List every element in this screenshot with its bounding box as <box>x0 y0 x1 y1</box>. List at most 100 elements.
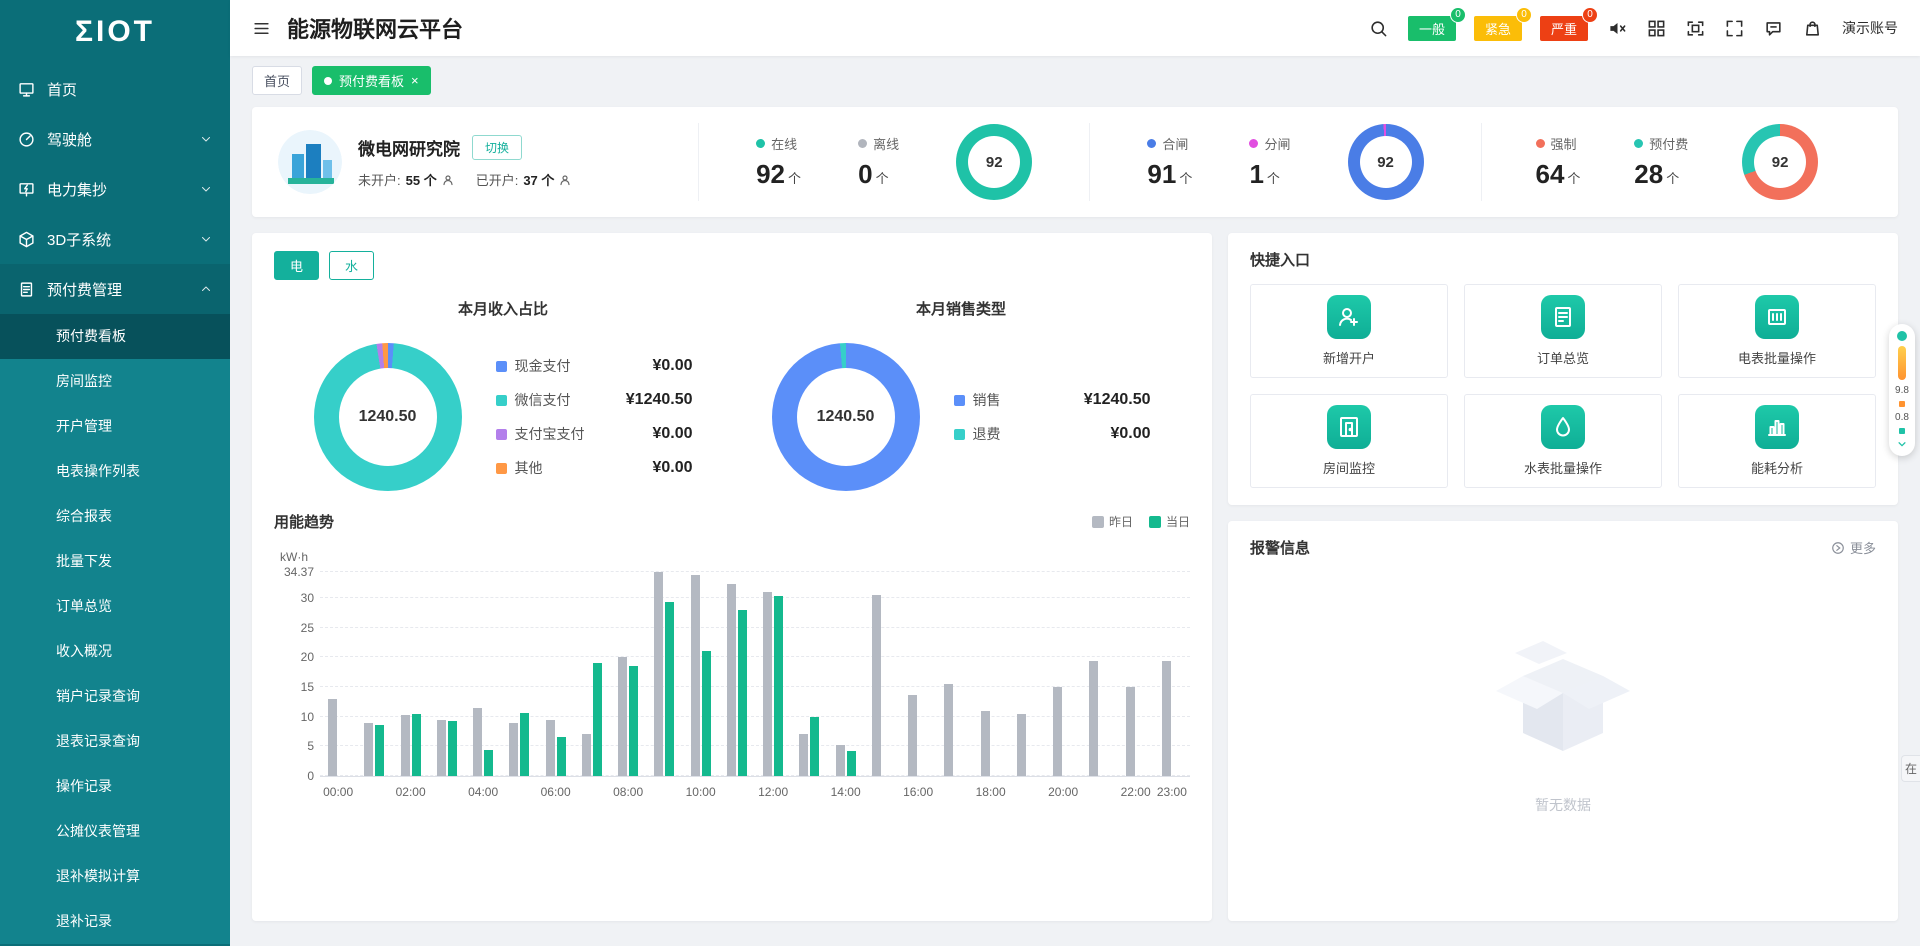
sidebar: ΣIOT 首页驾驶舱电力集抄3D子系统预付费管理预付费看板房间监控开户管理电表操… <box>0 0 230 946</box>
trend-legend-item: 当日 <box>1149 513 1190 530</box>
message-icon[interactable] <box>1764 19 1783 38</box>
quick-entry-roomMonitor[interactable]: 房间监控 <box>1250 394 1448 488</box>
bar-group-1 <box>356 572 392 776</box>
bar-group-6 <box>538 572 574 776</box>
x-axis-tick: 10:00 <box>686 785 716 799</box>
sidebar-item-home[interactable]: 首页 <box>0 64 230 114</box>
metric: 预付费28个 <box>1634 134 1688 190</box>
x-axis-tick: 22:00 <box>1121 785 1151 799</box>
gauge-swatch <box>1899 401 1905 407</box>
y-axis-tick: 25 <box>274 621 314 635</box>
metric: 离线0个 <box>858 134 899 190</box>
sidebar-subitem-7[interactable]: 收入概况 <box>0 629 230 674</box>
stat-donut-chart: 92 <box>1742 124 1818 200</box>
y-axis-tick: 10 <box>274 710 314 724</box>
x-axis-tick: 04:00 <box>468 785 498 799</box>
floating-monitor-widget[interactable]: 9.8 0.8 <box>1889 324 1915 456</box>
quick-entry-label: 电表批量操作 <box>1738 348 1816 367</box>
bar-group-3 <box>429 572 465 776</box>
sidebar-subitem-12[interactable]: 退补模拟计算 <box>0 854 230 899</box>
sidebar-subitem-3[interactable]: 电表操作列表 <box>0 449 230 494</box>
legend-row: 销售¥1240.50 <box>954 390 1151 410</box>
qr-scan-icon[interactable] <box>1686 19 1705 38</box>
donut-center-value: 92 <box>1377 154 1394 171</box>
sidebar-subitem-9[interactable]: 退表记录查询 <box>0 719 230 764</box>
sidebar-subitem-13[interactable]: 退补记录 <box>0 899 230 944</box>
sidebar-subitem-1[interactable]: 房间监控 <box>0 359 230 404</box>
chevron-down-icon[interactable] <box>1897 439 1907 449</box>
quick-entry-waterBatch[interactable]: 水表批量操作 <box>1464 394 1662 488</box>
app-root: ΣIOT 首页驾驶舱电力集抄3D子系统预付费管理预付费看板房间监控开户管理电表操… <box>0 0 1920 946</box>
alarm-more-link[interactable]: 更多 <box>1831 538 1876 557</box>
gift-icon[interactable] <box>1803 19 1822 38</box>
prepay-charts-card: 电水 本月收入占比 1240.50 现金支付¥0.00微信支付¥1240.50支… <box>252 233 1212 921</box>
metric: 强制64个 <box>1536 134 1581 190</box>
org-avatar <box>278 130 342 194</box>
sidebar-item-cube[interactable]: 3D子系统 <box>0 214 230 264</box>
y-axis-tick: 34.37 <box>274 565 314 579</box>
sidebar-subitem-6[interactable]: 订单总览 <box>0 584 230 629</box>
close-icon[interactable]: × <box>411 74 419 87</box>
donut-center-value: 1240.50 <box>817 408 875 426</box>
trend-title: 用能趋势 <box>274 511 334 532</box>
alarm-badge-2[interactable]: 严重0 <box>1540 16 1588 41</box>
apps-grid-icon[interactable] <box>1647 19 1666 38</box>
quick-entry-orders[interactable]: 订单总览 <box>1464 284 1662 378</box>
income-donut-chart: 1240.50 <box>314 343 462 491</box>
search-icon[interactable] <box>1369 19 1388 38</box>
org-block: 微电网研究院 切换 未开户: 55 个 已开户: 37 个 <box>278 130 698 194</box>
quick-entry-meterBatch[interactable]: 电表批量操作 <box>1678 284 1876 378</box>
sidebar-subitem-11[interactable]: 公摊仪表管理 <box>0 809 230 854</box>
x-axis-tick: 08:00 <box>613 785 643 799</box>
bar-chart: 05101520253034.37 <box>320 572 1190 777</box>
sidebar-subitem-2[interactable]: 开户管理 <box>0 404 230 449</box>
empty-state: 暂无数据 <box>1228 631 1898 815</box>
income-chart-block: 本月收入占比 1240.50 现金支付¥0.00微信支付¥1240.50支付宝支… <box>274 292 732 491</box>
donut-center-value: 1240.50 <box>359 408 417 426</box>
bar-group-10 <box>683 572 719 776</box>
menu-collapse-icon[interactable] <box>252 19 271 38</box>
water-batch-icon <box>1541 405 1585 449</box>
side-handle-tab[interactable]: 在 <box>1901 755 1920 782</box>
sidebar-subitem-10[interactable]: 操作记录 <box>0 764 230 809</box>
orders-icon <box>1541 295 1585 339</box>
x-axis-tick: 14:00 <box>831 785 861 799</box>
tab-1[interactable]: 水 <box>329 251 374 280</box>
breadcrumb-tag-1[interactable]: 预付费看板× <box>312 66 431 95</box>
quick-entry-label: 订单总览 <box>1537 348 1589 367</box>
sidebar-item-cockpit[interactable]: 驾驶舱 <box>0 114 230 164</box>
add-account-icon <box>1327 295 1371 339</box>
y-axis-tick: 30 <box>274 591 314 605</box>
topbar-left: 能源物联网云平台 <box>252 12 463 44</box>
fullscreen-icon[interactable] <box>1725 19 1744 38</box>
sidebar-subitem-4[interactable]: 综合报表 <box>0 494 230 539</box>
tab-0[interactable]: 电 <box>274 251 319 280</box>
bar-group-16 <box>900 572 936 776</box>
sidebar-item-power[interactable]: 电力集抄 <box>0 164 230 214</box>
home-icon <box>18 81 35 98</box>
alarm-badge-1[interactable]: 紧急0 <box>1474 16 1522 41</box>
mute-icon[interactable] <box>1608 19 1627 38</box>
room-monitor-icon <box>1327 405 1371 449</box>
sales-donut-chart: 1240.50 <box>772 343 920 491</box>
breadcrumb-tag-0[interactable]: 首页 <box>252 66 302 95</box>
person-icon <box>559 174 571 186</box>
alarm-badge-0[interactable]: 一般0 <box>1408 16 1456 41</box>
quick-entry-addAccount[interactable]: 新增开户 <box>1250 284 1448 378</box>
sidebar-subitem-5[interactable]: 批量下发 <box>0 539 230 584</box>
sidebar-subitem-8[interactable]: 销户记录查询 <box>0 674 230 719</box>
bar-group-18 <box>973 572 1009 776</box>
sidebar-item-prepay[interactable]: 预付费管理 <box>0 264 230 314</box>
page-title: 能源物联网云平台 <box>287 12 463 44</box>
x-axis-tick: 00:00 <box>323 785 353 799</box>
bar-group-20 <box>1045 572 1081 776</box>
quick-entry-energyAnalysis[interactable]: 能耗分析 <box>1678 394 1876 488</box>
account-menu[interactable]: 演示账号 <box>1842 18 1898 38</box>
sidebar-subitem-0[interactable]: 预付费看板 <box>0 314 230 359</box>
metric: 分闸1个 <box>1249 134 1290 190</box>
prepay-icon <box>18 281 35 298</box>
more-icon <box>1831 541 1845 555</box>
switch-org-button[interactable]: 切换 <box>472 135 522 160</box>
sidebar-item-label: 预付费管理 <box>47 279 122 300</box>
legend-row: 现金支付¥0.00 <box>496 356 693 376</box>
